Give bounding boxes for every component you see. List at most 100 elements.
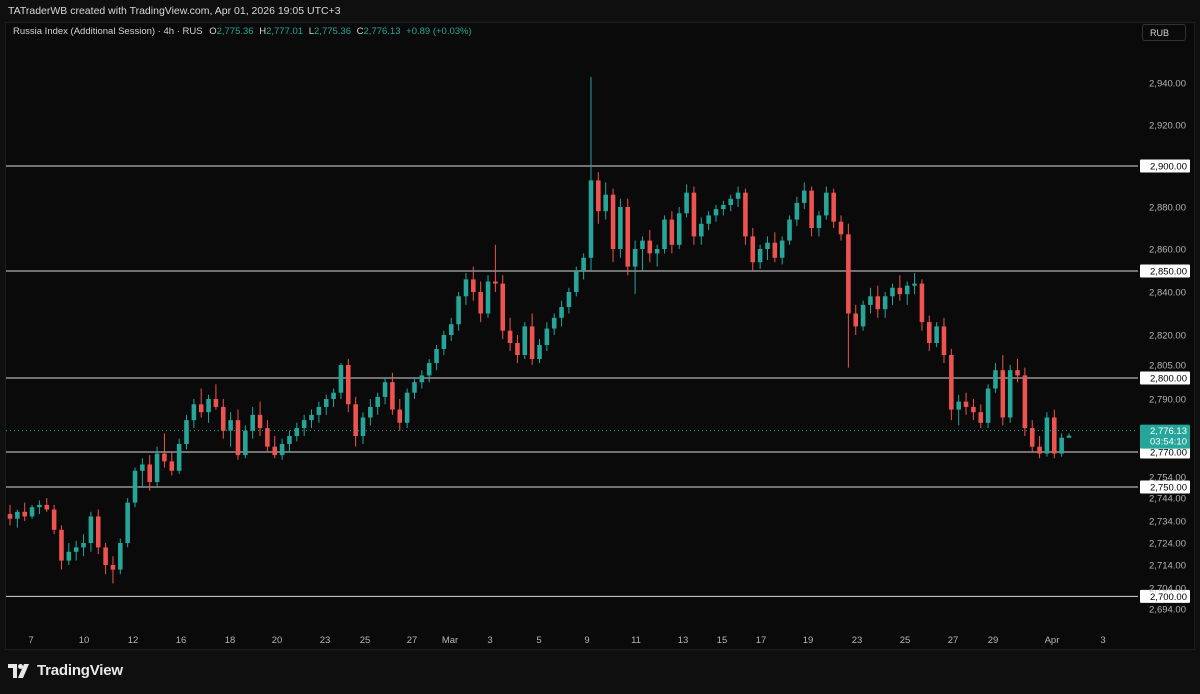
- candle-body: [368, 406, 373, 418]
- candle-body: [926, 322, 932, 343]
- low-value: 2,775.36: [314, 26, 351, 37]
- candle-body: [676, 213, 682, 245]
- candle-body: [985, 388, 991, 423]
- candle-body: [551, 317, 557, 329]
- open-value: 2,775.36: [216, 26, 254, 37]
- candle-body: [382, 382, 388, 397]
- price-tick-label: 2,734.00: [1149, 517, 1186, 528]
- candle-body: [375, 396, 380, 407]
- candle-body: [640, 240, 645, 249]
- time-axis[interactable]: 7 10 12 16 18 20 23 25 27 Mar 3 5 9 11 13 15 17 19 23 25 27 2…: [28, 635, 1105, 646]
- candle-body: [610, 194, 616, 249]
- tradingview-logo[interactable]: TradingView: [8, 662, 123, 679]
- level-label: 2,900.00: [1150, 162, 1187, 173]
- time-tick-label: 20: [272, 635, 283, 646]
- candle-body: [316, 406, 322, 415]
- candle-body: [890, 287, 895, 297]
- candle-body: [507, 330, 513, 343]
- time-tick-label: 17: [756, 635, 767, 646]
- candle-body: [154, 453, 160, 482]
- candle-body: [103, 547, 108, 565]
- candle-body: [1059, 437, 1064, 454]
- candle-body: [581, 257, 586, 271]
- candle-body: [566, 292, 572, 308]
- candle-body: [824, 192, 829, 216]
- candle-body: [279, 444, 285, 456]
- price-tick-label: 2,714.00: [1149, 561, 1186, 572]
- candle-body: [44, 504, 50, 510]
- price-tick-label: 2,694.00: [1149, 605, 1186, 616]
- time-tick-label: 15: [717, 635, 728, 646]
- candle-body: [412, 382, 417, 393]
- time-tick-label: 18: [225, 635, 236, 646]
- price-tick-label: 2,704.00: [1149, 584, 1186, 595]
- candle-body: [272, 446, 278, 456]
- candle-body: [588, 180, 594, 258]
- candle-body: [934, 326, 939, 343]
- candle-body: [515, 343, 520, 355]
- candle-body: [220, 406, 226, 431]
- candle-body: [29, 507, 35, 517]
- candle-body: [257, 414, 263, 429]
- candle-body: [816, 215, 822, 228]
- time-tick-label: 29: [988, 635, 999, 646]
- candle-body: [51, 509, 57, 530]
- candle-body: [206, 399, 211, 413]
- candle-body: [294, 428, 300, 436]
- candle-body: [309, 414, 314, 421]
- symbol-name[interactable]: Russia Index (Additional Session) · 4h ·…: [13, 26, 203, 37]
- price-tick-label: 2,880.00: [1149, 203, 1186, 214]
- candle-body: [88, 516, 94, 543]
- candle-body: [478, 292, 483, 314]
- open-label: O: [209, 26, 217, 37]
- candle-body: [596, 180, 601, 212]
- price-tick-label: 2,724.00: [1149, 539, 1186, 550]
- time-tick-label: 10: [79, 635, 90, 646]
- candle-body: [603, 194, 608, 212]
- candle-body: [559, 307, 564, 318]
- candle-body: [897, 287, 903, 295]
- time-tick-label: 19: [803, 635, 814, 646]
- currency-button[interactable]: RUB: [1142, 24, 1186, 41]
- candle-body: [654, 249, 660, 254]
- candle-body: [838, 221, 844, 235]
- candle-body: [963, 401, 969, 407]
- footer: [0, 650, 1200, 694]
- candle-body: [941, 326, 947, 355]
- price-chart[interactable]: 2,900.00 2,850.00 2,800.00 2,770.00 2,750.00…: [0, 0, 1200, 694]
- level-label: 2,850.00: [1150, 267, 1187, 278]
- candle-body: [360, 417, 366, 436]
- candle-body: [338, 365, 344, 393]
- candle-body: [919, 283, 925, 323]
- candle-body: [809, 190, 814, 228]
- change-value: +0.89 (+0.03%): [406, 26, 472, 37]
- close-label: C: [356, 26, 364, 37]
- symbol-legend[interactable]: Russia Index (Additional Session) · 4h ·…: [13, 26, 472, 37]
- candle-body: [529, 326, 535, 359]
- candle-body: [434, 349, 439, 363]
- candle-body: [912, 283, 917, 286]
- candle-body: [404, 392, 410, 423]
- candle-body: [419, 375, 425, 383]
- time-tick-label: 9: [584, 635, 589, 646]
- candle-body: [265, 428, 270, 447]
- time-tick-label: 27: [948, 635, 959, 646]
- candle-body: [176, 444, 182, 471]
- candle-body: [735, 192, 741, 199]
- time-tick-label: 3: [1100, 635, 1105, 646]
- price-axis[interactable]: 2,940.00 2,920.00 2,880.00 2,860.00 2,840.00…: [1149, 79, 1186, 616]
- candle-body: [573, 271, 579, 292]
- candle-body: [949, 355, 954, 410]
- candle-body: [662, 219, 667, 249]
- candle-body: [868, 296, 873, 305]
- candle-body: [426, 363, 432, 376]
- candle-body: [1052, 417, 1057, 454]
- time-tick-label: 23: [852, 635, 863, 646]
- candle-body: [757, 249, 763, 263]
- candle-body: [485, 281, 491, 314]
- candle-body: [537, 345, 542, 359]
- candle-body: [191, 404, 197, 421]
- time-tick-label: Apr: [1045, 635, 1060, 646]
- last-price-countdown: 03:54:10: [1150, 437, 1187, 448]
- time-tick-label: Mar: [442, 635, 458, 646]
